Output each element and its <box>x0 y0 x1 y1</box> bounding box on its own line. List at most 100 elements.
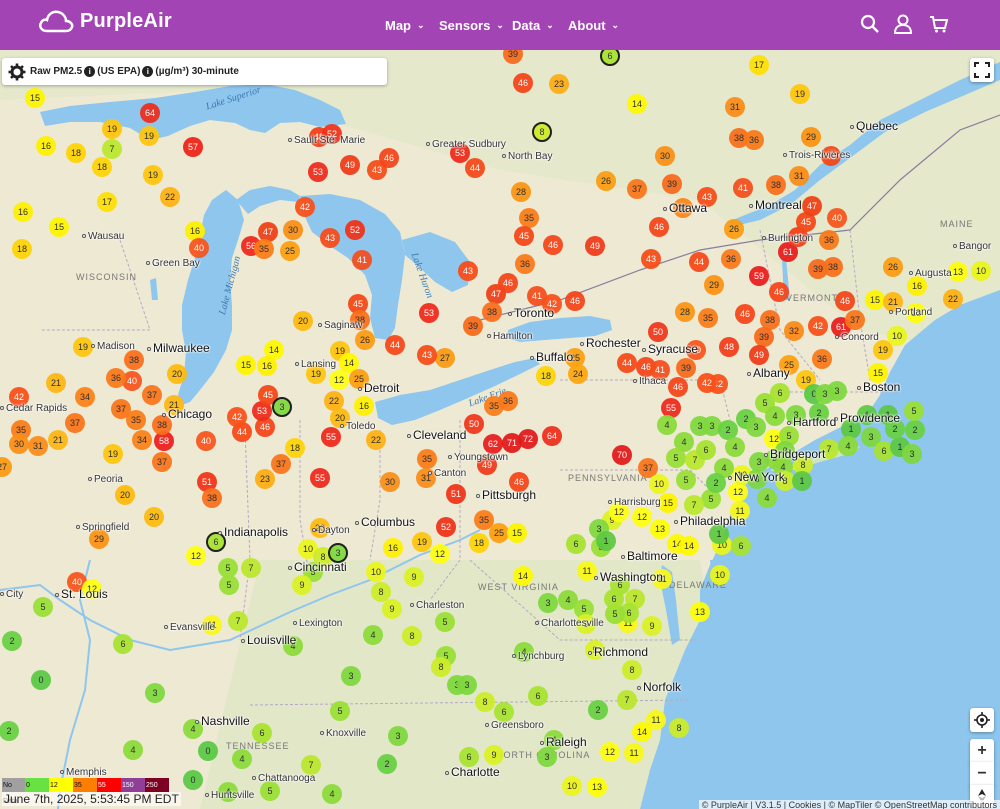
sensor-marker[interactable]: 12 <box>600 742 620 762</box>
layer-selector[interactable]: Raw PM2.5 i (US EPA) i (µg/m³) 30-minute <box>2 58 387 85</box>
sensor-marker[interactable]: 2 <box>588 700 608 720</box>
sensor-marker[interactable]: 35 <box>698 308 718 328</box>
sensor-marker[interactable]: 43 <box>641 249 661 269</box>
sensor-marker[interactable]: 7 <box>617 690 637 710</box>
sensor-marker[interactable]: 44 <box>385 335 405 355</box>
sensor-marker[interactable]: 6 <box>459 747 479 767</box>
sensor-marker[interactable]: 53 <box>419 303 439 323</box>
sensor-marker[interactable]: 42 <box>295 197 315 217</box>
sensor-marker[interactable]: 30 <box>655 146 675 166</box>
sensor-marker[interactable]: 16 <box>257 356 277 376</box>
sensor-marker[interactable]: 13 <box>587 777 607 797</box>
gear-icon[interactable] <box>8 63 26 81</box>
sensor-marker[interactable]: 46 <box>735 304 755 324</box>
sensor-marker[interactable]: 36 <box>744 130 764 150</box>
sensor-marker[interactable]: 37 <box>271 454 291 474</box>
sensor-marker[interactable]: 42 <box>227 407 247 427</box>
sensor-marker[interactable]: 0 <box>31 670 51 690</box>
sensor-marker[interactable]: 72 <box>518 429 538 449</box>
sensor-marker[interactable]: 9 <box>292 575 312 595</box>
sensor-marker[interactable]: 12 <box>186 546 206 566</box>
sensor-marker[interactable]: 37 <box>152 452 172 472</box>
sensor-marker[interactable]: 6 <box>731 536 751 556</box>
sensor-marker[interactable]: 31 <box>789 166 809 186</box>
sensor-marker[interactable]: 10 <box>562 776 582 796</box>
sensor-marker[interactable]: 6 <box>252 723 272 743</box>
sensor-marker[interactable]: 20 <box>293 311 313 331</box>
sensor-marker[interactable]: 38 <box>766 175 786 195</box>
sensor-marker[interactable]: 8 <box>431 657 451 677</box>
sensor-marker[interactable]: 36 <box>515 254 535 274</box>
sensor-marker[interactable]: 70 <box>612 445 632 465</box>
sensor-marker[interactable]: 36 <box>812 349 832 369</box>
sensor-marker[interactable]: 3 <box>538 593 558 613</box>
sensor-marker[interactable]: 7 <box>241 558 261 578</box>
sensor-marker[interactable]: 5 <box>904 401 924 421</box>
sensor-marker[interactable]: 44 <box>617 353 637 373</box>
sensor-marker[interactable]: 19 <box>102 119 122 139</box>
sensor-marker[interactable]: 31 <box>28 436 48 456</box>
sensor-marker[interactable]: 55 <box>321 427 341 447</box>
sensor-marker[interactable]: 2 <box>377 754 397 774</box>
sensor-marker[interactable]: 18 <box>66 143 86 163</box>
sensor-marker[interactable]: 39 <box>676 358 696 378</box>
account-icon[interactable] <box>893 14 913 34</box>
sensor-marker[interactable]: 15 <box>507 523 527 543</box>
sensor-marker[interactable]: 0 <box>183 770 203 790</box>
purpleair-logo[interactable]: PurpleAir <box>38 9 172 33</box>
sensor-marker[interactable]: 18 <box>12 239 32 259</box>
sensor-marker[interactable]: 46 <box>543 235 563 255</box>
geolocate-button[interactable] <box>970 708 994 732</box>
sensor-marker[interactable]: 3 <box>341 666 361 686</box>
sensor-marker[interactable]: 3 <box>145 683 165 703</box>
sensor-marker[interactable]: 15 <box>865 290 885 310</box>
sensor-marker[interactable]: 9 <box>382 599 402 619</box>
sensor-marker[interactable]: 45 <box>514 226 534 246</box>
sensor-marker[interactable]: 49 <box>340 155 360 175</box>
sensor-marker[interactable]: 20 <box>144 507 164 527</box>
sensor-marker[interactable]: 3 <box>457 675 477 695</box>
sensor-marker[interactable]: 16 <box>13 202 33 222</box>
sensor-marker[interactable]: 8 <box>532 122 552 142</box>
sensor-marker[interactable]: 6 <box>696 440 716 460</box>
sensor-marker[interactable]: 12 <box>728 482 748 502</box>
sensor-marker[interactable]: 5 <box>330 701 350 721</box>
sensor-marker[interactable]: 46 <box>498 273 518 293</box>
sensor-marker[interactable]: 19 <box>412 532 432 552</box>
sensor-marker[interactable]: 52 <box>436 517 456 537</box>
sensor-marker[interactable]: 37 <box>627 179 647 199</box>
sensor-marker[interactable]: 6 <box>494 702 514 722</box>
sensor-marker[interactable]: 0 <box>198 741 218 761</box>
sensor-marker[interactable]: 20 <box>167 364 187 384</box>
nav-about[interactable]: About ⌄ <box>568 0 619 50</box>
sensor-marker[interactable]: 14 <box>679 536 699 556</box>
sensor-marker[interactable]: 5 <box>33 597 53 617</box>
sensor-marker[interactable]: 12 <box>632 507 652 527</box>
sensor-marker[interactable]: 3 <box>746 417 766 437</box>
sensor-marker[interactable]: 40 <box>196 431 216 451</box>
sensor-marker[interactable]: 19 <box>790 84 810 104</box>
sensor-marker[interactable]: 30 <box>380 472 400 492</box>
sensor-marker[interactable]: 39 <box>754 327 774 347</box>
sensor-marker[interactable]: 10 <box>971 261 991 281</box>
sensor-marker[interactable]: 34 <box>132 430 152 450</box>
sensor-marker[interactable]: 6 <box>566 534 586 554</box>
sensor-marker[interactable]: 4 <box>322 784 342 804</box>
sensor-marker[interactable]: 35 <box>417 449 437 469</box>
sensor-marker[interactable]: 46 <box>769 282 789 302</box>
sensor-marker[interactable]: 39 <box>463 316 483 336</box>
sensor-marker[interactable]: 46 <box>649 217 669 237</box>
sensor-marker[interactable]: 44 <box>465 158 485 178</box>
sensor-marker[interactable]: 6 <box>113 634 133 654</box>
sensor-marker[interactable]: 35 <box>519 208 539 228</box>
sensor-marker[interactable]: 4 <box>232 749 252 769</box>
sensor-marker[interactable]: 46 <box>565 291 585 311</box>
sensor-marker[interactable]: 37 <box>142 385 162 405</box>
sensor-marker[interactable]: 17 <box>97 192 117 212</box>
sensor-marker[interactable]: 6 <box>528 686 548 706</box>
sensor-marker[interactable]: 7 <box>684 495 704 515</box>
sensor-marker[interactable]: 21 <box>46 373 66 393</box>
sensor-marker[interactable]: 38 <box>202 488 222 508</box>
sensor-marker[interactable]: 25 <box>280 241 300 261</box>
sensor-marker[interactable]: 20 <box>115 485 135 505</box>
